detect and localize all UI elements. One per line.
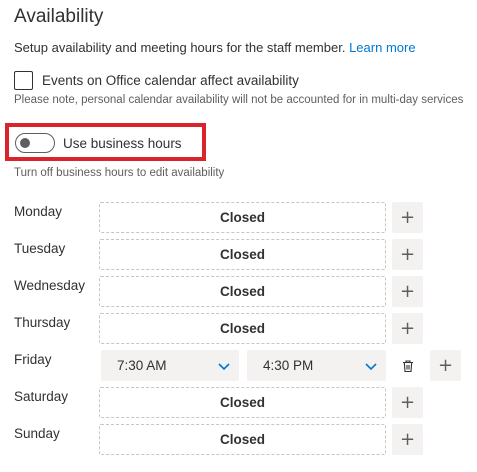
day-label-wednesday: Wednesday [14, 278, 86, 293]
add-hours-button-tuesday[interactable]: + [392, 239, 423, 270]
chevron-down-icon [218, 363, 230, 371]
business-hours-label: Use business hours [63, 135, 182, 151]
start-time-select-friday[interactable]: 7:30 AM [101, 350, 239, 381]
office-calendar-checkbox[interactable] [14, 71, 33, 90]
start-time-value: 7:30 AM [117, 358, 167, 373]
delete-hours-button-friday[interactable] [392, 350, 423, 381]
closed-slot-saturday: Closed [99, 387, 386, 418]
add-hours-button-monday[interactable]: + [392, 202, 423, 233]
closed-slot-thursday: Closed [99, 313, 386, 344]
closed-slot-monday: Closed [99, 202, 386, 233]
end-time-value: 4:30 PM [263, 358, 314, 373]
add-hours-button-wednesday[interactable]: + [392, 276, 423, 307]
add-hours-button-friday[interactable]: + [430, 350, 461, 381]
end-time-select-friday[interactable]: 4:30 PM [247, 350, 386, 381]
personal-calendar-note: Please note, personal calendar availabil… [14, 94, 464, 106]
day-label-tuesday: Tuesday [14, 241, 66, 256]
closed-slot-wednesday: Closed [99, 276, 386, 307]
toggle-knob [20, 138, 30, 148]
closed-slot-sunday: Closed [99, 424, 386, 455]
chevron-down-icon [365, 363, 377, 371]
day-label-thursday: Thursday [14, 315, 71, 330]
business-hours-toggle-row[interactable]: Use business hours [15, 133, 182, 153]
description-text: Setup availability and meeting hours for… [14, 40, 346, 55]
add-hours-button-saturday[interactable]: + [392, 387, 423, 418]
learn-more-link[interactable]: Learn more [349, 40, 415, 55]
add-hours-button-sunday[interactable]: + [392, 424, 423, 455]
closed-slot-tuesday: Closed [99, 239, 386, 270]
trash-icon [402, 359, 413, 372]
day-label-saturday: Saturday [14, 389, 69, 404]
office-calendar-label: Events on Office calendar affect availab… [42, 73, 299, 88]
business-hours-hint: Turn off business hours to edit availabi… [14, 167, 225, 179]
add-hours-button-thursday[interactable]: + [392, 313, 423, 344]
page-title: Availability [14, 6, 104, 27]
business-hours-toggle[interactable] [15, 133, 55, 153]
office-calendar-option[interactable]: Events on Office calendar affect availab… [14, 71, 299, 90]
section-description: Setup availability and meeting hours for… [14, 40, 416, 55]
day-label-monday: Monday [14, 204, 63, 219]
day-label-friday: Friday [14, 352, 52, 367]
day-label-sunday: Sunday [14, 426, 60, 441]
